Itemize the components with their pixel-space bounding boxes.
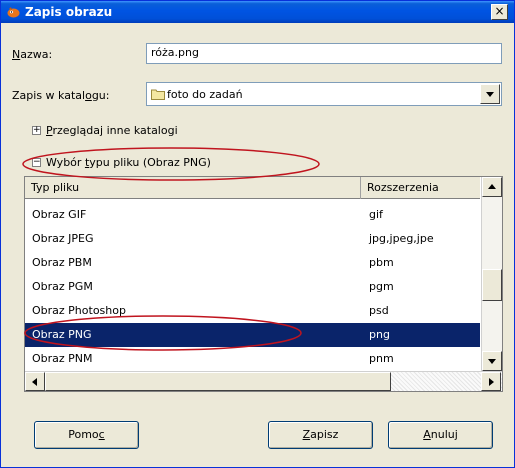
table-row[interactable]: Obraz Photoshop psd (25, 299, 480, 323)
filename-input[interactable]: róża.png (146, 43, 502, 64)
browse-expander[interactable]: + (32, 126, 41, 135)
table-row[interactable]: Obraz PGM pgm (25, 275, 480, 299)
folder-label: Zapis w katalogu: (12, 89, 110, 102)
column-header-type[interactable]: Typ pliku (25, 177, 361, 199)
table-row[interactable]: Obraz JPEG jpg,jpeg,jpe (25, 227, 480, 251)
filename-value: róża.png (151, 46, 199, 59)
horizontal-scroll-thumb[interactable] (45, 372, 391, 391)
filetype-extension: pgm (369, 280, 394, 293)
title-bar[interactable]: Zapis obrazu × (1, 1, 514, 23)
filetype-extension: psd (369, 304, 389, 317)
filetype-extension: jpg,jpeg,jpe (369, 232, 434, 245)
minus-icon: − (33, 157, 41, 167)
folder-value: foto do zadań (167, 88, 243, 101)
cancel-button[interactable]: Anuluj (388, 421, 493, 449)
table-row[interactable]: Obraz PBM pbm (25, 251, 480, 275)
folder-icon (151, 89, 165, 100)
filetype-name: Obraz Photoshop (32, 304, 126, 317)
gimp-icon (7, 7, 20, 18)
folder-combobox[interactable]: foto do zadań (146, 82, 502, 106)
table-row[interactable]: Obraz GIF gif (25, 203, 480, 227)
save-image-dialog: Zapis obrazu × Nazwa: róża.png Zapis w k… (0, 0, 515, 468)
table-row[interactable]: Obraz PNM pnm (25, 347, 480, 371)
filetype-extension: png (369, 328, 390, 341)
vertical-scrollbar[interactable] (481, 177, 502, 371)
window-title: Zapis obrazu (25, 5, 113, 19)
filetype-name: Obraz PNG (32, 328, 92, 341)
scroll-thumb[interactable] (482, 269, 502, 301)
table-row-selected[interactable]: Obraz PNG png (25, 323, 480, 347)
plus-icon: + (33, 125, 41, 135)
list-header: Typ pliku Rozszerzenia (25, 177, 480, 199)
filetype-name: Obraz PGM (32, 280, 93, 293)
filetype-section-label[interactable]: Wybór typu pliku (Obraz PNG) (46, 156, 211, 169)
filetype-name: Obraz PBM (32, 256, 92, 269)
horizontal-scrollbar[interactable] (25, 371, 502, 391)
filetype-name: Obraz GIF (32, 208, 87, 221)
scroll-left-button[interactable] (25, 372, 45, 391)
scroll-up-button[interactable] (482, 177, 502, 197)
filetype-list[interactable]: Typ pliku Rozszerzenia Obraz GIF gif Obr… (24, 176, 503, 392)
close-icon: × (494, 4, 505, 18)
close-button[interactable]: × (491, 4, 508, 20)
arrow-right-icon (489, 378, 494, 386)
column-header-extensions[interactable]: Rozszerzenia (361, 177, 480, 199)
scroll-right-button[interactable] (481, 372, 501, 391)
arrow-up-icon (488, 184, 496, 189)
filetype-name: Obraz PNM (32, 352, 93, 365)
filetype-name: Obraz JPEG (32, 232, 94, 245)
arrow-left-icon (32, 378, 37, 386)
folder-dropdown-button[interactable] (480, 84, 500, 104)
save-button[interactable]: Zapisz (268, 421, 373, 449)
chevron-down-icon (486, 92, 494, 97)
filetype-extension: pnm (369, 352, 394, 365)
help-button[interactable]: Pomoc (34, 421, 139, 449)
scroll-down-button[interactable] (482, 351, 502, 371)
filetype-expander[interactable]: − (32, 158, 41, 167)
name-label: Nazwa: (12, 48, 53, 61)
arrow-down-icon (488, 359, 496, 364)
filetype-extension: gif (369, 208, 383, 221)
filetype-extension: pbm (369, 256, 394, 269)
browse-folders-label[interactable]: Przeglądaj inne katalogi (46, 124, 178, 137)
